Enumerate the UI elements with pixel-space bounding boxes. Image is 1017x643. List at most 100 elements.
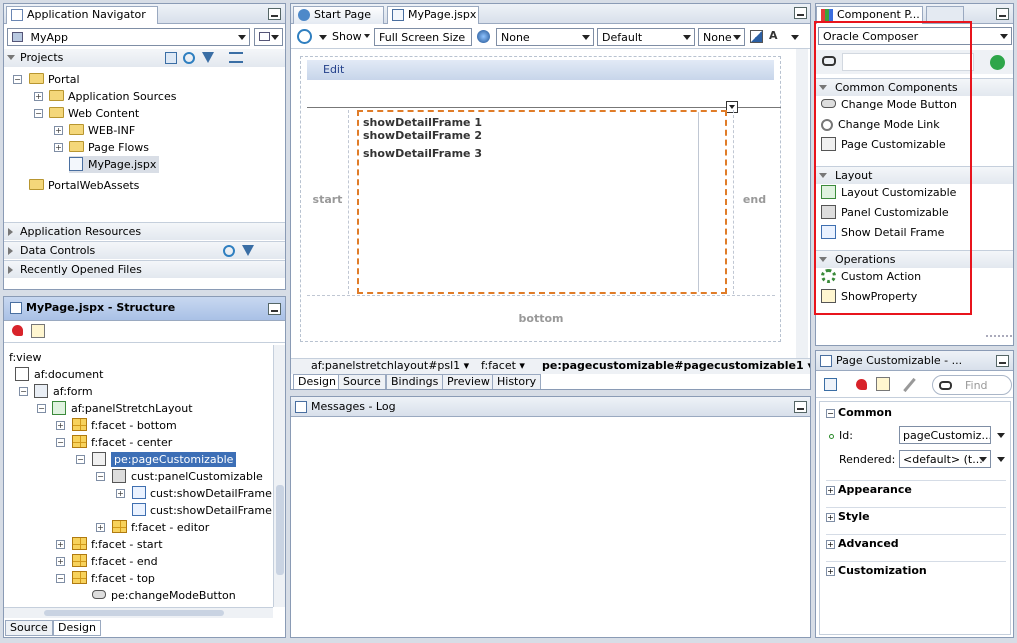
tree-item-pe-pagecustomizable[interactable]: pe:pageCustomizable (92, 451, 237, 468)
refresh-icon[interactable] (183, 52, 195, 64)
customization-section-header[interactable]: + Customization (826, 561, 1006, 577)
vertical-scrollbar[interactable] (273, 345, 285, 607)
tab-source[interactable]: Source (338, 374, 386, 389)
tab-bindings[interactable]: Bindings (386, 374, 444, 389)
none-combo-1[interactable]: None (496, 28, 594, 46)
chevron-down-icon[interactable] (997, 457, 1005, 462)
application-combo[interactable]: MyApp (7, 28, 250, 46)
scroll-thumb[interactable] (276, 485, 284, 575)
tab-page-customizable[interactable]: Page Customizable - ... (816, 353, 966, 371)
appearance-section-header[interactable]: + Appearance (826, 480, 1006, 496)
collapse-toggle[interactable]: − (56, 438, 65, 447)
scroll-thumb[interactable] (44, 610, 224, 616)
edit-icon[interactable] (903, 377, 916, 393)
tree-item-af-form[interactable]: af:form (34, 383, 93, 400)
app-menu-button[interactable] (254, 28, 283, 46)
collapse-toggle[interactable]: − (76, 455, 85, 464)
screen-size-combo[interactable]: Full Screen Size (374, 28, 472, 46)
find-field[interactable]: Find (932, 375, 1012, 395)
tree-item-application-sources[interactable]: Application Sources (49, 88, 176, 105)
common-section-header[interactable]: − Common (826, 406, 892, 419)
tree-item-portalwebassets[interactable]: PortalWebAssets (29, 177, 139, 194)
none-combo-2[interactable]: None (698, 28, 745, 46)
edit-bar[interactable]: Edit (307, 60, 774, 80)
properties-icon[interactable] (876, 377, 890, 391)
fill-color-icon[interactable] (750, 30, 763, 43)
pin-icon[interactable] (12, 325, 23, 336)
tree-item-facet-editor[interactable]: f:facet - editor (112, 519, 209, 536)
start-facet[interactable]: start (307, 110, 349, 294)
horizontal-scrollbar[interactable] (4, 607, 273, 618)
expand-toggle[interactable]: + (56, 540, 65, 549)
go-icon[interactable] (990, 55, 1005, 70)
show-detail-frame-2[interactable]: showDetailFrame 2 (363, 129, 482, 142)
chevron-down-icon[interactable] (997, 433, 1005, 438)
tree-item-facet-top[interactable]: f:facet - top (72, 570, 155, 587)
show-detail-frame-1[interactable]: showDetailFrame 1 (363, 116, 482, 129)
data-controls-section[interactable]: Data Controls (4, 241, 285, 259)
bottom-facet[interactable]: bottom (307, 295, 775, 337)
breadcrumb-item[interactable]: pe:pagecustomizable#pagecustomizable1 ▾ (534, 359, 810, 373)
expand-toggle[interactable]: + (116, 489, 125, 498)
tree-item-af-panelstretchlayout[interactable]: af:panelStretchLayout (52, 400, 193, 417)
tab-mypage-jspx[interactable]: MyPage.jspx (387, 6, 479, 24)
default-combo[interactable]: Default (597, 28, 695, 46)
collapse-toggle[interactable]: − (37, 404, 46, 413)
filter-icon[interactable] (242, 245, 254, 256)
tab-start-page[interactable]: Start Page (293, 6, 384, 24)
tree-item-web-content[interactable]: Web Content (49, 105, 139, 122)
show-dropdown[interactable]: Show (332, 30, 370, 43)
tree-item-af-document[interactable]: af:document (15, 366, 103, 383)
tab-design[interactable]: Design (53, 620, 101, 636)
design-canvas[interactable]: Edit start showDetailFrame 1 showDetailF… (300, 56, 781, 342)
expand-toggle[interactable]: + (96, 523, 105, 532)
application-resources-section[interactable]: Application Resources (4, 222, 285, 240)
tree-item-facet-start[interactable]: f:facet - start (72, 536, 163, 553)
projects-section-header[interactable]: Projects (4, 49, 285, 67)
collapse-toggle[interactable]: − (96, 472, 105, 481)
tree-item-cust-showdetailframe-2[interactable]: cust:showDetailFrame (132, 502, 272, 519)
breadcrumb-item[interactable]: f:facet ▾ (471, 359, 525, 373)
chevron-down-icon[interactable] (791, 35, 799, 40)
editor-menu-button[interactable] (794, 7, 807, 19)
tree-item-facet-bottom[interactable]: f:facet - bottom (72, 417, 177, 434)
tree-item-facet-center[interactable]: f:facet - center (72, 434, 172, 451)
tab-source[interactable]: Source (5, 620, 53, 636)
pin-icon[interactable] (856, 379, 867, 390)
breadcrumb-item[interactable]: af:panelstretchlayout#psl1 ▾ (299, 359, 469, 373)
minimize-button[interactable] (268, 303, 281, 315)
select-icon[interactable] (824, 378, 837, 391)
chevron-down-icon[interactable] (319, 35, 327, 40)
minimize-button[interactable] (268, 8, 281, 20)
advanced-section-header[interactable]: + Advanced (826, 534, 1006, 550)
tree-item-portal[interactable]: Portal (29, 71, 80, 88)
tree-item-f-view[interactable]: f:view (9, 349, 42, 366)
font-icon[interactable]: A (769, 29, 778, 42)
tree-item-pe-changemodebutton[interactable]: pe:changeModeButton (92, 587, 236, 604)
refresh-icon[interactable] (297, 29, 312, 44)
tree-item-cust-panelcustomizable[interactable]: cust:panelCustomizable (112, 468, 263, 485)
style-section-header[interactable]: + Style (826, 507, 1006, 523)
expand-toggle[interactable]: + (56, 421, 65, 430)
expand-toggle[interactable]: + (54, 126, 63, 135)
expand-toggle[interactable]: + (56, 557, 65, 566)
device-icon[interactable] (477, 30, 490, 43)
rendered-combo[interactable]: <default> (t... (899, 450, 991, 468)
tree-item-mypage-jspx[interactable]: MyPage.jspx (69, 156, 160, 173)
tab-design[interactable]: Design (293, 374, 341, 389)
end-facet[interactable]: end (733, 110, 775, 294)
expand-toggle[interactable]: + (34, 92, 43, 101)
minimize-button[interactable] (996, 355, 1009, 367)
canvas-vscroll[interactable] (796, 49, 808, 359)
sort-icon[interactable] (229, 52, 243, 63)
tree-item-facet-end[interactable]: f:facet - end (72, 553, 158, 570)
tree-item-web-inf[interactable]: WEB-INF (69, 122, 135, 139)
minimize-button[interactable] (794, 401, 807, 413)
collapse-toggle[interactable]: − (13, 75, 22, 84)
show-detail-frame-3[interactable]: showDetailFrame 3 (363, 147, 482, 160)
palette-resize-grip[interactable] (986, 335, 1012, 343)
tab-structure[interactable]: MyPage.jspx - Structure (6, 300, 175, 318)
minimize-button[interactable] (996, 8, 1009, 20)
recently-opened-files-section[interactable]: Recently Opened Files (4, 260, 285, 278)
tab-application-navigator[interactable]: Application Navigator (6, 6, 158, 24)
